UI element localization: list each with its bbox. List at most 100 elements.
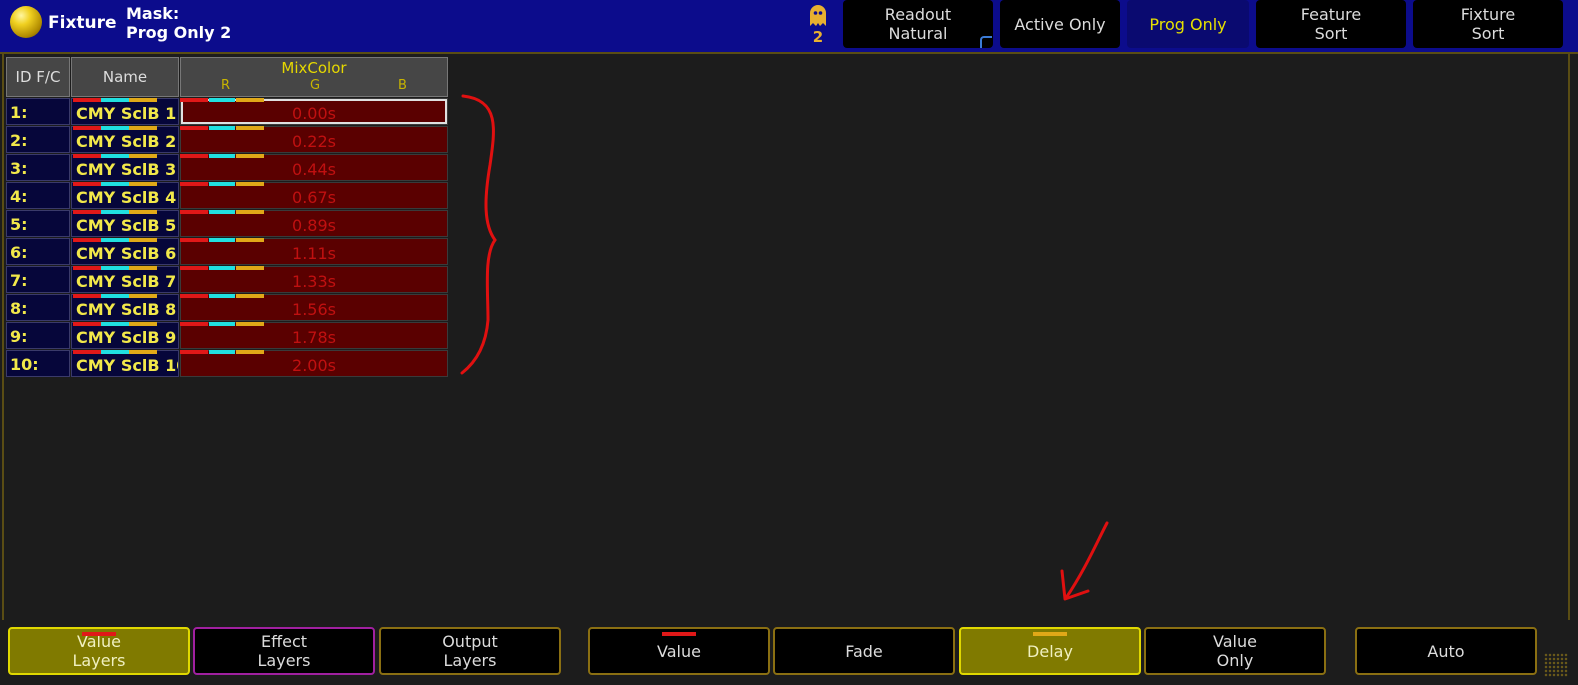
layer-marker-bar <box>180 322 208 326</box>
layer-marker-bar <box>73 322 101 326</box>
column-header-id[interactable]: ID F/C <box>6 57 70 97</box>
delay-button[interactable]: Delay <box>959 627 1141 675</box>
layer-marker-bar <box>209 350 235 354</box>
layer-marker-bar <box>101 154 129 158</box>
table-row[interactable]: 2: CMY SclB 2 0.22s <box>6 126 448 154</box>
layer-marker-bar <box>236 322 264 326</box>
layer-marker-bar <box>73 210 101 214</box>
table-row[interactable]: 5: CMY SclB 5 0.89s <box>6 210 448 238</box>
fixture-id-cell[interactable]: 3: <box>6 154 70 181</box>
mixcolor-delay-cell[interactable]: 1.11s <box>180 238 448 265</box>
ghost-icon[interactable] <box>806 2 830 30</box>
table-row[interactable]: 1: CMY SclB 1 0.00s <box>6 98 448 126</box>
mask-label: Mask: <box>126 4 180 23</box>
mixcolor-delay-cell[interactable]: 0.89s <box>180 210 448 237</box>
mixcolor-delay-cell[interactable]: 1.78s <box>180 322 448 349</box>
layer-marker-bar <box>129 182 157 186</box>
layer-marker-bar <box>73 294 101 298</box>
delay-marker <box>1033 632 1067 636</box>
layer-marker-bar <box>73 154 101 158</box>
effect-layers-button[interactable]: Effect Layers <box>193 627 375 675</box>
readout-corner-indicator <box>980 36 992 48</box>
table-row[interactable]: 3: CMY SclB 3 0.44s <box>6 154 448 182</box>
window-title: Fixture <box>48 13 117 33</box>
table-row[interactable]: 6: CMY SclB 6 1.11s <box>6 238 448 266</box>
fixture-name-cell[interactable]: CMY SclB 8 <box>71 294 179 321</box>
layer-marker-bar <box>209 210 235 214</box>
layer-marker-bar <box>180 182 208 186</box>
fixture-id-cell[interactable]: 10: <box>6 350 70 377</box>
layer-marker-bar <box>101 126 129 130</box>
layer-marker-bar <box>180 154 208 158</box>
fixture-id-cell[interactable]: 4: <box>6 182 70 209</box>
mixcolor-delay-cell[interactable]: 0.00s <box>180 98 448 125</box>
mixcolor-delay-cell[interactable]: 0.44s <box>180 154 448 181</box>
column-header-mixcolor[interactable]: MixColor R G B <box>180 57 448 97</box>
fixture-sheet-icon[interactable] <box>10 6 42 38</box>
fixture-id-cell[interactable]: 1: <box>6 98 70 125</box>
fixture-id-cell[interactable]: 8: <box>6 294 70 321</box>
fixture-name-cell[interactable]: CMY SclB 7 <box>71 266 179 293</box>
delay-label: Delay <box>1027 641 1073 661</box>
fixture-sort-button[interactable]: Fixture Sort <box>1413 0 1563 48</box>
table-row[interactable]: 8: CMY SclB 8 1.56s <box>6 294 448 322</box>
mixcolor-delay-cell[interactable]: 0.22s <box>180 126 448 153</box>
fixture-name-cell[interactable]: CMY SclB 5 <box>71 210 179 237</box>
layer-marker-bar <box>101 98 129 102</box>
layer-marker-bar <box>101 182 129 186</box>
layer-marker-bar <box>129 266 157 270</box>
title-bar: Fixture Mask: Prog Only 2 2 Readout Natu… <box>0 0 1578 54</box>
layer-marker-bar <box>236 266 264 270</box>
resize-grip[interactable] <box>1544 653 1568 677</box>
fixture-id-cell[interactable]: 5: <box>6 210 70 237</box>
layer-marker-bar <box>101 350 129 354</box>
value-layers-button[interactable]: Value Layers <box>8 627 190 675</box>
fixture-name-cell[interactable]: CMY SclB 4 <box>71 182 179 209</box>
feature-sort-button[interactable]: Feature Sort <box>1256 0 1406 48</box>
fixture-name-cell[interactable]: CMY SclB 10 <box>71 350 179 377</box>
mixcolor-delay-cell[interactable]: 1.33s <box>180 266 448 293</box>
layer-marker-bar <box>129 238 157 242</box>
prog-only-button[interactable]: Prog Only <box>1127 0 1249 48</box>
fixture-id-cell[interactable]: 6: <box>6 238 70 265</box>
mixcolor-delay-cell[interactable]: 0.67s <box>180 182 448 209</box>
layer-marker-bar <box>180 266 208 270</box>
value-button[interactable]: Value <box>588 627 770 675</box>
layer-marker-bar <box>236 154 264 158</box>
fade-button[interactable]: Fade <box>773 627 955 675</box>
layer-marker-bar <box>209 294 235 298</box>
column-header-name[interactable]: Name <box>71 57 179 97</box>
table-row[interactable]: 9: CMY SclB 9 1.78s <box>6 322 448 350</box>
layer-marker-bar <box>180 210 208 214</box>
layer-marker-bar <box>236 294 264 298</box>
fixture-name-cell[interactable]: CMY SclB 9 <box>71 322 179 349</box>
table-row[interactable]: 4: CMY SclB 4 0.67s <box>6 182 448 210</box>
layer-marker-bar <box>73 126 101 130</box>
layer-marker-bar <box>209 266 235 270</box>
fixture-id-cell[interactable]: 7: <box>6 266 70 293</box>
readout-button[interactable]: Readout Natural <box>843 0 993 48</box>
active-only-button[interactable]: Active Only <box>1000 0 1120 48</box>
layer-marker-bar <box>129 294 157 298</box>
fixture-name-cell[interactable]: CMY SclB 6 <box>71 238 179 265</box>
output-layers-button[interactable]: Output Layers <box>379 627 561 675</box>
value-layers-label: Value Layers <box>72 632 126 670</box>
table-row[interactable]: 7: CMY SclB 7 1.33s <box>6 266 448 294</box>
fixture-name-cell[interactable]: CMY SclB 2 <box>71 126 179 153</box>
auto-button[interactable]: Auto <box>1355 627 1537 675</box>
layer-marker-bar <box>129 154 157 158</box>
mixcolor-delay-cell[interactable]: 1.56s <box>180 294 448 321</box>
mask-value[interactable]: Prog Only 2 <box>126 23 231 42</box>
layer-marker-bar <box>101 238 129 242</box>
attribute-label: MixColor <box>281 59 347 77</box>
fixture-name-cell[interactable]: CMY SclB 1 <box>71 98 179 125</box>
value-only-button[interactable]: Value Only <box>1144 627 1326 675</box>
fixture-name-cell[interactable]: CMY SclB 3 <box>71 154 179 181</box>
fixture-id-cell[interactable]: 2: <box>6 126 70 153</box>
layer-marker-bar <box>129 210 157 214</box>
fixture-id-cell[interactable]: 9: <box>6 322 70 349</box>
mixcolor-delay-cell[interactable]: 2.00s <box>180 350 448 377</box>
table-row[interactable]: 10: CMY SclB 10 2.00s <box>6 350 448 378</box>
layer-marker-bar <box>209 154 235 158</box>
layer-marker-bar <box>73 350 101 354</box>
